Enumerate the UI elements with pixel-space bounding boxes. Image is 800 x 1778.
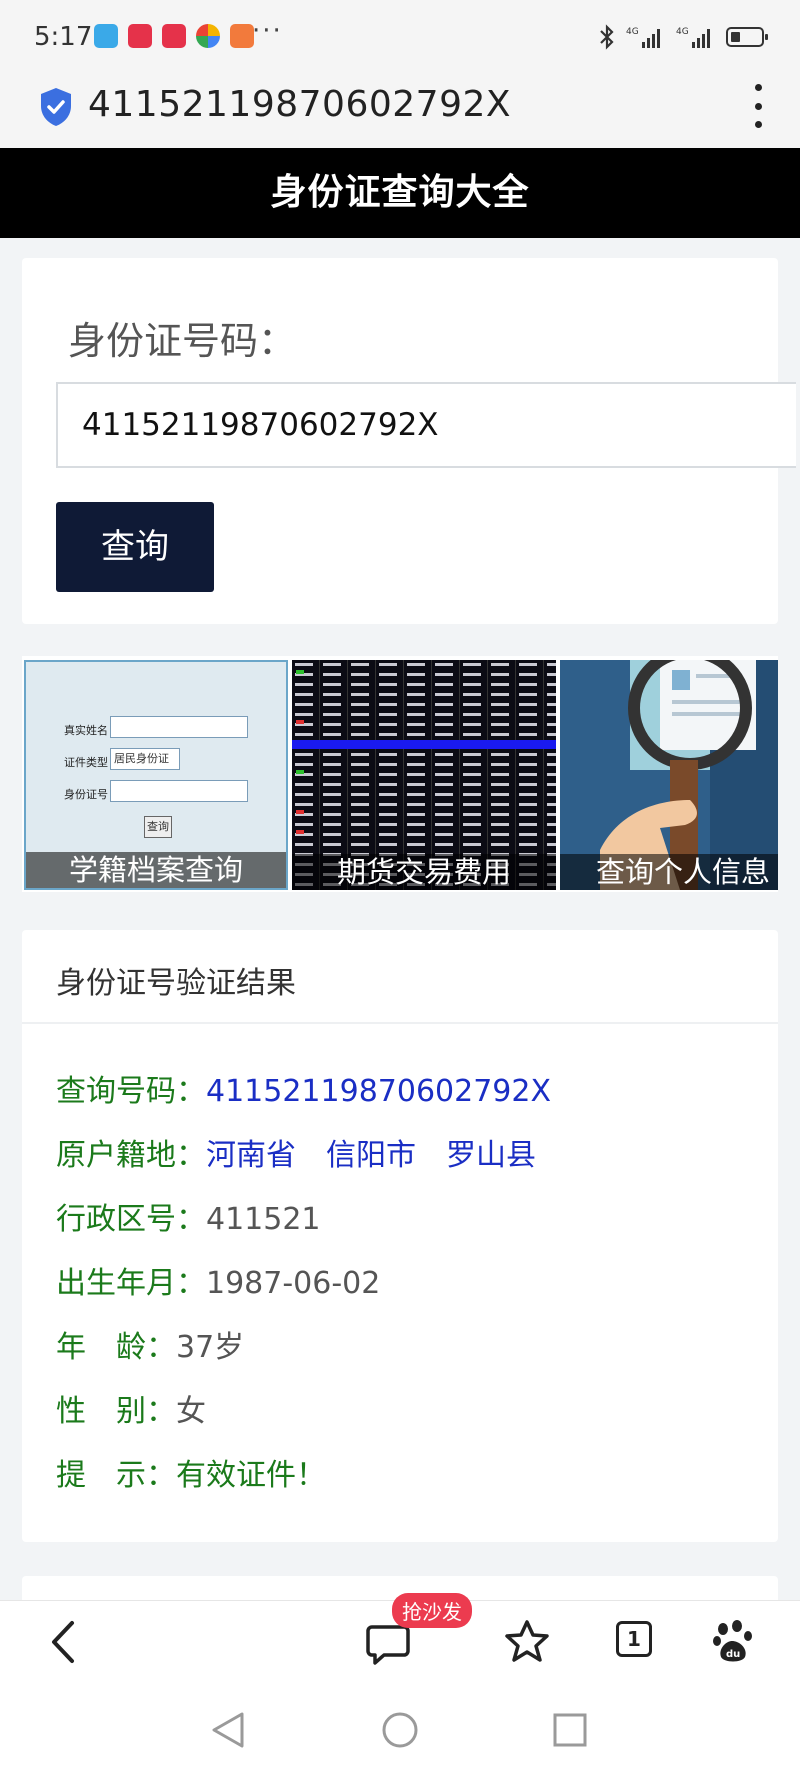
ad-caption: 期货交易费用 [292,854,556,890]
ad-tile-futures-fees[interactable]: 期货交易费用 [292,660,556,890]
signal-label-1: 4G [626,27,639,37]
heart-app-icon [230,24,254,48]
row-value: 37岁 [176,1330,245,1365]
ad-form-name-label: 真实姓名 [64,724,108,737]
row-value: 河南省 信阳市 罗山县 [206,1138,536,1173]
tabs-count-button[interactable]: 1 [616,1621,652,1657]
comment-badge[interactable]: 抢沙发 [392,1593,472,1628]
ad-tile-student-records[interactable]: 真实姓名 证件类型 居民身份证 身份证号 查询 学籍档案查询 [24,660,288,890]
result-row-tip: 提 示：有效证件！ [56,1450,326,1494]
ad-form-type-label: 证件类型 [64,756,108,769]
ad-form-id-box [110,780,248,802]
status-time: 5:17 [34,22,93,52]
row-label: 查询号码： [56,1074,206,1109]
nav-home-icon[interactable] [380,1710,420,1750]
pinwheel-app-icon [196,24,220,48]
query-card: 身份证号码： 41152119870602792X 查询 [22,258,796,624]
image-ad-strip: 真实姓名 证件类型 居民身份证 身份证号 查询 学籍档案查询 期货交易费用 查询… [22,656,778,892]
result-row-origin: 原户籍地：河南省 信阳市 罗山县 [56,1130,536,1174]
row-label: 提 示： [56,1458,176,1493]
result-row-age: 年 龄：37岁 [56,1322,244,1366]
shopping-app-icon [128,24,152,48]
page-title: 身份证查询大全 [0,148,800,238]
svg-text:du: du [726,1649,740,1660]
signal-4g-icon: 4G [626,27,660,48]
favorite-star-icon[interactable] [504,1619,550,1663]
row-label: 行政区号： [56,1202,206,1237]
android-nav-bar [0,1684,800,1778]
result-row-gender: 性 别：女 [56,1386,206,1430]
ad-form-type-select: 居民身份证 [110,748,180,770]
security-shield-icon [41,88,71,126]
ad-tile-personal-info[interactable]: 查询个人信息 [560,660,778,890]
bluetooth-icon [600,24,614,50]
nav-recents-icon[interactable] [552,1712,588,1748]
id-number-label: 身份证号码： [68,319,297,363]
row-label: 年 龄： [56,1330,176,1365]
address-bar[interactable]: 41152119870602792X [0,72,800,148]
id-number-input[interactable]: 41152119870602792X [56,382,796,468]
url-text[interactable]: 41152119870602792X [88,84,511,125]
signal-label-2: 4G [676,27,689,37]
nav-back-icon[interactable] [210,1710,246,1750]
back-icon[interactable] [48,1619,78,1665]
row-value: 1987-06-02 [206,1266,381,1301]
query-button[interactable]: 查询 [56,502,214,592]
signal-4g-icon-2: 4G [676,27,710,48]
menu-kebab-icon[interactable] [752,84,764,128]
row-label: 性 别： [56,1394,176,1429]
row-value: 411521 [206,1202,321,1237]
book-app-icon [94,24,118,48]
result-title: 身份证号验证结果 [56,966,296,1001]
ad-caption: 查询个人信息 [560,854,778,890]
status-bar: 5:17 ··· 4G 4G [0,0,800,72]
battery-icon [726,27,768,47]
result-row-birth-date: 出生年月：1987-06-02 [56,1258,380,1302]
ad-form-submit: 查询 [144,816,172,838]
row-label: 出生年月： [56,1266,206,1301]
row-value: 41152119870602792X [206,1074,552,1109]
ad-form-name-box [110,716,248,738]
result-row-region-code: 行政区号：411521 [56,1194,321,1238]
row-label: 原户籍地： [56,1138,206,1173]
row-value: 有效证件！ [176,1458,326,1493]
status-indicators: 4G 4G [598,24,770,50]
ad-caption: 学籍档案查询 [26,852,286,888]
comment-icon[interactable] [366,1623,410,1665]
shopping-app-icon-2 [162,24,186,48]
more-notifications-icon: ··· [252,16,283,46]
result-row-query-number: 查询号码：41152119870602792X [56,1066,551,1110]
notification-icons [94,24,254,48]
row-value: 女 [176,1394,206,1429]
baidu-paw-icon[interactable]: du [712,1619,756,1663]
ad-form-id-label: 身份证号 [64,788,108,801]
divider [22,1022,778,1024]
browser-toolbar: 抢沙发 1 du [0,1593,800,1684]
result-card: 身份证号验证结果 查询号码：41152119870602792X 原户籍地：河南… [22,930,778,1542]
